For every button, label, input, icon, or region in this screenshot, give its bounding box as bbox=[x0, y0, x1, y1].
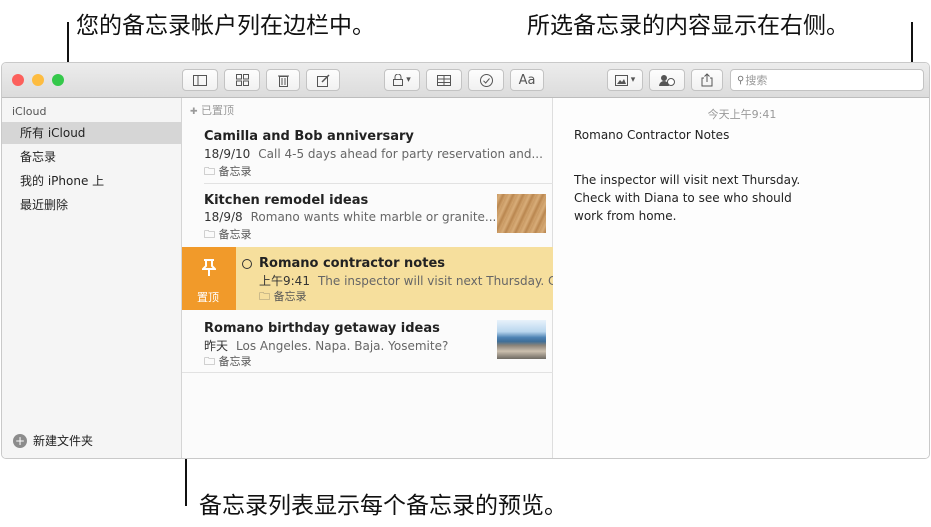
add-people-button[interactable] bbox=[649, 69, 685, 91]
compose-icon bbox=[316, 73, 330, 87]
close-button[interactable] bbox=[12, 74, 24, 86]
trash-icon bbox=[277, 75, 289, 87]
note-folder: 🗀 备忘录 bbox=[204, 163, 252, 182]
chevron-down-icon: ▾ bbox=[630, 75, 636, 85]
grid-icon bbox=[235, 74, 249, 86]
note-date: 18/9/8 bbox=[204, 210, 243, 224]
sidebar-toggle-button[interactable] bbox=[182, 69, 218, 91]
note-summary: 18/9/10 Call 4-5 days ahead for party res… bbox=[204, 147, 543, 161]
note-preview: Call 4-5 days ahead for party reservatio… bbox=[258, 147, 543, 161]
sidebar-item-recently-deleted[interactable]: 最近删除 bbox=[2, 194, 181, 216]
wood-thumbnail bbox=[497, 194, 546, 233]
list-item[interactable]: Kitchen remodel ideas 18/9/8 Romano wants… bbox=[182, 184, 553, 247]
note-summary: 上午9:41 The inspector will visit next Thur… bbox=[259, 272, 553, 289]
note-folder-label: 备忘录 bbox=[218, 165, 252, 178]
note-detail-body: The inspector will visit next Thursday. … bbox=[574, 173, 801, 223]
zoom-button[interactable] bbox=[52, 74, 64, 86]
folder-icon: 🗀 bbox=[259, 290, 270, 303]
beach-thumbnail bbox=[497, 320, 546, 359]
pinned-header: ✚ 已置顶 bbox=[190, 102, 234, 118]
divider bbox=[182, 372, 553, 373]
note-folder-label: 备忘录 bbox=[273, 290, 307, 303]
note-title: Camilla and Bob anniversary bbox=[204, 129, 414, 144]
sidebar-account-label: iCloud bbox=[12, 105, 47, 118]
folder-icon: 🗀 bbox=[204, 355, 215, 368]
callout-sidebar: 您的备忘录帐户列在边栏中。 bbox=[76, 13, 375, 39]
add-people-icon bbox=[659, 74, 675, 86]
note-folder-label: 备忘录 bbox=[218, 228, 252, 241]
note-date: 18/9/10 bbox=[204, 147, 251, 161]
folder-icon: 🗀 bbox=[204, 165, 215, 178]
note-timestamp: 今天上午9:41 bbox=[707, 108, 777, 121]
sidebar-item-all-icloud[interactable]: 所有 iCloud bbox=[2, 122, 181, 144]
minimize-button[interactable] bbox=[32, 74, 44, 86]
table-icon bbox=[437, 74, 451, 86]
checklist-icon bbox=[479, 73, 493, 87]
share-button[interactable] bbox=[691, 69, 723, 91]
search-field[interactable]: ⚲ 搜索 bbox=[730, 69, 924, 91]
search-placeholder: 搜索 bbox=[745, 74, 768, 87]
plus-circle-icon: + bbox=[13, 433, 27, 448]
note-preview: The inspector will visit next Thursday. … bbox=[317, 274, 553, 288]
sidebar-item-on-my-iphone[interactable]: 我的 iPhone 上 bbox=[2, 170, 181, 192]
sidebar: iCloud 所有 iCloud 备忘录 我的 iPhone 上 最近删除 + … bbox=[2, 98, 182, 458]
list-item[interactable]: Camilla and Bob anniversary 18/9/10 Call … bbox=[182, 120, 553, 184]
note-summary: 18/9/8 Romano wants white marble or grani… bbox=[204, 210, 496, 224]
note-title: Kitchen remodel ideas bbox=[204, 193, 369, 208]
note-preview: Los Angeles. Napa. Baja. Yosemite? bbox=[236, 339, 449, 353]
shared-indicator-icon bbox=[242, 259, 252, 269]
pin-swipe-button[interactable]: 置顶 bbox=[182, 247, 236, 310]
list-item[interactable]: Romano birthday getaway ideas 昨天 Los Ange… bbox=[182, 310, 553, 373]
table-button[interactable] bbox=[426, 69, 462, 91]
note-detail[interactable]: 今天上午9:41 Romano Contractor Notes The ins… bbox=[553, 98, 929, 458]
new-note-button[interactable] bbox=[306, 69, 340, 91]
format-button[interactable]: Aa bbox=[510, 69, 544, 91]
toolbar: ▾ Aa ▾ ⚲ 搜索 bbox=[2, 63, 929, 98]
callout-content: 所选备忘录的内容显示在右侧。 bbox=[527, 13, 849, 39]
checklist-button[interactable] bbox=[468, 69, 504, 91]
note-folder: 🗀 备忘录 bbox=[259, 288, 307, 307]
pin-icon: ✚ bbox=[190, 107, 198, 117]
pinned-header-label: 已置顶 bbox=[201, 104, 235, 117]
new-folder-button[interactable]: + 新建文件夹 bbox=[13, 432, 93, 449]
notes-window: ▾ Aa ▾ ⚲ 搜索 iCloud 所有 iCloud 备忘录 我的 iPho… bbox=[1, 62, 930, 459]
gallery-view-button[interactable] bbox=[224, 69, 260, 91]
note-preview: Romano wants white marble or granite... bbox=[250, 210, 497, 224]
note-detail-title: Romano Contractor Notes bbox=[574, 128, 730, 142]
note-folder: 🗀 备忘录 bbox=[204, 226, 252, 245]
pin-icon bbox=[202, 259, 216, 276]
share-icon bbox=[701, 73, 713, 87]
lock-button[interactable]: ▾ bbox=[384, 69, 420, 91]
list-item-selected[interactable]: 置顶 Romano contractor notes 上午9:41 The ins… bbox=[182, 247, 553, 310]
media-button[interactable]: ▾ bbox=[607, 69, 643, 91]
note-title: Romano contractor notes bbox=[259, 256, 446, 271]
callout-list: 备忘录列表显示每个备忘录的预览。 bbox=[199, 493, 567, 519]
note-folder: 🗀 备忘录 bbox=[204, 353, 252, 372]
photo-icon bbox=[614, 74, 628, 86]
lock-icon bbox=[393, 74, 404, 86]
chevron-down-icon: ▾ bbox=[406, 75, 411, 85]
note-date: 昨天 bbox=[204, 339, 229, 353]
delete-button[interactable] bbox=[266, 69, 300, 91]
new-folder-label: 新建文件夹 bbox=[33, 434, 94, 448]
sidebar-item-notes[interactable]: 备忘录 bbox=[2, 146, 181, 168]
note-summary: 昨天 Los Angeles. Napa. Baja. Yosemite? bbox=[204, 337, 448, 354]
note-date: 上午9:41 bbox=[259, 274, 310, 288]
pin-action-label: 置顶 bbox=[197, 291, 219, 304]
note-folder-label: 备忘录 bbox=[218, 355, 252, 368]
note-title: Romano birthday getaway ideas bbox=[204, 321, 440, 336]
search-icon: ⚲ bbox=[737, 74, 745, 86]
sidebar-icon bbox=[193, 74, 207, 86]
notes-list: ✚ 已置顶 Camilla and Bob anniversary 18/9/1… bbox=[182, 98, 553, 458]
folder-icon: 🗀 bbox=[204, 228, 215, 241]
